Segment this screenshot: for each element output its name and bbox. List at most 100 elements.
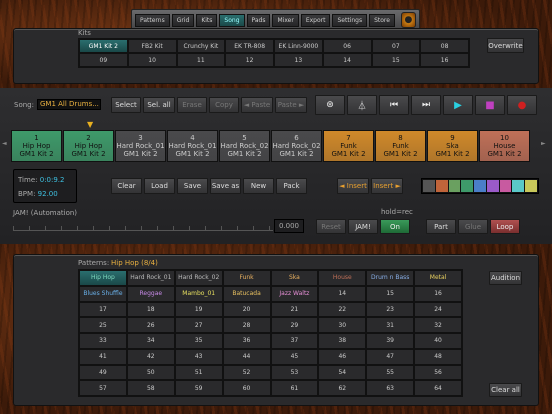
palette-swatch[interactable] — [423, 180, 435, 192]
pattern-cell[interactable]: Funk — [222, 270, 271, 286]
tab-settings[interactable]: Settings — [332, 13, 368, 27]
tab-song[interactable]: Song — [219, 13, 245, 27]
pattern-cell[interactable]: 27 — [174, 317, 223, 333]
save-as-button[interactable]: Save as — [210, 178, 241, 194]
pattern-cell[interactable]: 41 — [79, 348, 127, 365]
song-pattern-block[interactable]: 8 Funk GM1 Kit 2 — [375, 130, 426, 162]
pattern-cell[interactable]: Hard Rock_02 — [174, 270, 223, 286]
pattern-cell[interactable]: 43 — [174, 348, 223, 365]
tab-pads[interactable]: Pads — [246, 13, 271, 27]
pattern-cell[interactable]: 57 — [79, 380, 127, 396]
select-all-button[interactable]: Sel. all — [143, 97, 175, 113]
pattern-cell[interactable]: 55 — [366, 364, 415, 381]
pattern-cell[interactable]: 29 — [270, 317, 319, 333]
song-pattern-block[interactable]: 1 Hip Hop GM1 Kit 2 — [11, 130, 62, 162]
palette-swatch[interactable] — [512, 180, 525, 192]
kit-cell[interactable]: 11 — [176, 53, 226, 67]
pattern-cell[interactable]: Jazz Waltz — [270, 285, 319, 302]
song-pattern-block[interactable]: 3 Hard Rock_01 GM1 Kit 2 — [115, 130, 166, 162]
glue-button[interactable]: Glue — [458, 219, 488, 234]
audition-button[interactable]: Audition — [489, 271, 522, 285]
kit-cell[interactable]: 13 — [274, 53, 323, 67]
copy-button[interactable]: Copy — [209, 97, 239, 113]
pattern-cell[interactable]: Blues Shuffle — [79, 285, 127, 302]
kit-cell[interactable]: 10 — [127, 53, 177, 67]
palette-swatch[interactable] — [486, 180, 499, 192]
erase-button[interactable]: Erase — [177, 97, 207, 113]
pattern-cell[interactable]: 48 — [414, 348, 462, 365]
pattern-cell[interactable]: 51 — [174, 364, 223, 381]
kit-cell[interactable]: FB2 Kit — [127, 39, 177, 53]
pattern-cell[interactable]: Drum n Bass — [366, 270, 415, 286]
palette-swatch[interactable] — [461, 180, 474, 192]
kit-cell[interactable]: 09 — [79, 53, 128, 67]
palette-swatch[interactable] — [474, 180, 486, 192]
load-button[interactable]: Load — [144, 178, 175, 194]
pattern-cell[interactable]: 64 — [414, 380, 462, 396]
pattern-cell[interactable]: 26 — [126, 317, 175, 333]
pattern-cell[interactable]: 58 — [126, 380, 175, 396]
pattern-cell[interactable]: 33 — [79, 333, 127, 349]
pattern-cell[interactable]: 49 — [79, 364, 127, 381]
pattern-cell[interactable]: 18 — [126, 301, 175, 318]
pattern-cell[interactable]: 24 — [414, 301, 462, 318]
palette-swatch[interactable] — [448, 180, 461, 192]
pattern-cell[interactable]: 45 — [270, 348, 319, 365]
part-button[interactable]: Part — [426, 219, 456, 234]
kit-cell[interactable]: 16 — [420, 53, 469, 67]
kit-cell[interactable]: 14 — [322, 53, 372, 67]
rewind-button[interactable]: ⏮ — [379, 95, 409, 115]
pattern-cell[interactable]: 47 — [366, 348, 415, 365]
kit-cell[interactable]: 15 — [371, 53, 421, 67]
pattern-cell[interactable]: 23 — [366, 301, 415, 318]
pattern-cell[interactable]: 39 — [366, 333, 415, 349]
app-logo-icon[interactable]: ● — [400, 12, 416, 28]
pattern-cell[interactable]: Mambo_01 — [174, 285, 223, 302]
pattern-cell[interactable]: 44 — [222, 348, 271, 365]
automation-value[interactable]: 0.000 — [274, 219, 304, 233]
song-pattern-block[interactable]: 7 Funk GM1 Kit 2 — [323, 130, 374, 162]
pattern-cell[interactable]: 35 — [174, 333, 223, 349]
pattern-cell[interactable]: 15 — [366, 285, 415, 302]
kit-cell[interactable]: EK Linn-9000 — [274, 39, 323, 53]
kit-cell[interactable]: 12 — [225, 53, 274, 67]
pattern-cell[interactable]: 20 — [222, 301, 271, 318]
pattern-cell[interactable]: House — [318, 270, 367, 286]
tab-export[interactable]: Export — [300, 13, 331, 27]
clear-all-button[interactable]: Clear all — [489, 383, 522, 397]
kit-cell[interactable]: Crunchy Kit — [176, 39, 226, 53]
pattern-cell[interactable]: 62 — [318, 380, 367, 396]
pattern-cell[interactable]: Hip Hop — [79, 270, 127, 286]
kit-cell[interactable]: 08 — [420, 39, 469, 53]
pattern-cell[interactable]: Metal — [414, 270, 462, 286]
palette-swatch[interactable] — [499, 180, 512, 192]
overwrite-button[interactable]: Overwrite — [487, 38, 524, 53]
tab-mixer[interactable]: Mixer — [272, 13, 299, 27]
pattern-cell[interactable]: 34 — [126, 333, 175, 349]
song-pattern-block[interactable]: 9 Ska GM1 Kit 2 — [427, 130, 478, 162]
stop-button[interactable]: ■ — [475, 95, 505, 115]
palette-swatch[interactable] — [525, 180, 538, 192]
pattern-cell[interactable]: Batucada — [222, 285, 271, 302]
song-pattern-block[interactable]: 2 Hip Hop GM1 Kit 2 — [63, 130, 114, 162]
pattern-cell[interactable]: 21 — [270, 301, 319, 318]
pattern-cell[interactable]: 46 — [318, 348, 367, 365]
pattern-cell[interactable]: Hard Rock_01 — [126, 270, 175, 286]
pattern-cell[interactable]: 30 — [318, 317, 367, 333]
pattern-cell[interactable]: 17 — [79, 301, 127, 318]
metronome-button[interactable]: ⊛ — [315, 95, 345, 115]
pattern-cell[interactable]: Reggae — [126, 285, 175, 302]
tab-patterns[interactable]: Patterns — [135, 13, 170, 27]
pattern-cell[interactable]: 63 — [366, 380, 415, 396]
song-name-field[interactable]: GM1 All Drums... — [37, 99, 101, 110]
song-pattern-block[interactable]: 5 Hard Rock_02 GM1 Kit 2 — [219, 130, 270, 162]
kit-cell[interactable]: 07 — [371, 39, 421, 53]
pattern-cell[interactable]: 37 — [270, 333, 319, 349]
song-pattern-block[interactable]: 4 Hard Rock_01 GM1 Kit 2 — [167, 130, 218, 162]
kit-cell[interactable]: GM1 Kit 2 — [79, 39, 128, 53]
loop-button[interactable]: Loop — [490, 219, 520, 234]
pattern-cell[interactable]: Ska — [270, 270, 319, 286]
pattern-cell[interactable]: 40 — [414, 333, 462, 349]
pattern-cell[interactable]: 19 — [174, 301, 223, 318]
pattern-cell[interactable]: 56 — [414, 364, 462, 381]
